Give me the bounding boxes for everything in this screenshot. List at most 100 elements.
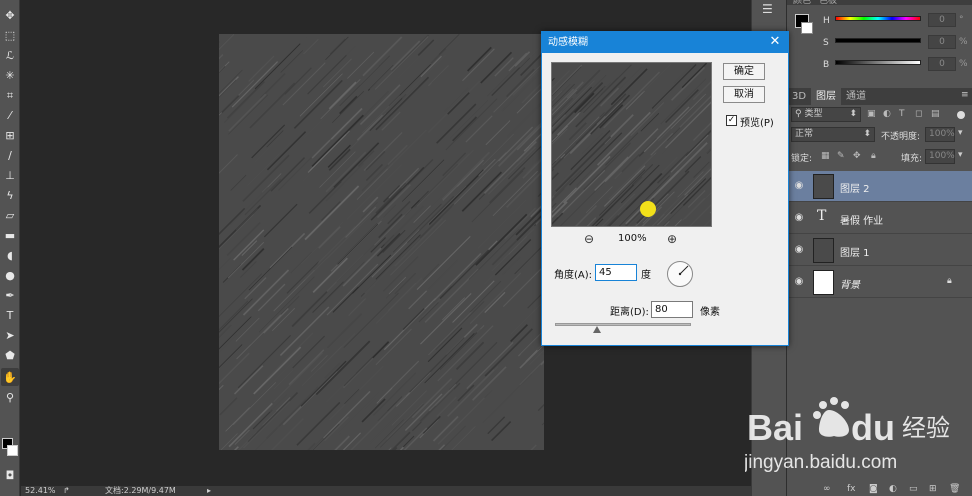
layer-row[interactable]: ◉ 图层 1 xyxy=(787,235,972,266)
marquee-icon[interactable]: ⬚ xyxy=(1,26,19,44)
distance-slider-thumb[interactable] xyxy=(593,326,602,333)
brightness-input[interactable]: 0 xyxy=(928,57,956,71)
angle-unit: 度 xyxy=(641,270,651,281)
hue-input[interactable]: 0 xyxy=(928,13,956,27)
layer-name[interactable]: 图层 2 xyxy=(840,180,870,195)
adjustment-layer-icon[interactable]: ◐ xyxy=(889,484,897,494)
close-icon[interactable]: ✕ xyxy=(768,35,782,49)
brightness-slider[interactable] xyxy=(835,60,921,65)
layer-filter-row: ⚲ 类型 ⬍ ▣ ◐ T ◻ ▤ xyxy=(787,107,972,127)
filter-toggle-icon[interactable] xyxy=(957,111,965,119)
layers-footer: ∞ fx ◙ ◐ ▭ ⊞ 🗑︎ xyxy=(787,484,972,496)
magic-wand-icon[interactable]: ✳ xyxy=(1,66,19,84)
tools-panel: ✥ ⬚ ℒ ✳ ⌗ ⁄ ⊞ ∕ ⊥ ϟ ▱ ▬ ◖ ● ✒ T ➤ ⬟ ✋ ⚲ ◘ xyxy=(0,0,20,496)
status-menu-arrow-icon[interactable]: ▸ xyxy=(207,486,211,496)
filter-type-icon[interactable]: T xyxy=(899,109,905,119)
status-zoom[interactable]: 52.41% xyxy=(25,486,56,496)
filter-pixel-icon[interactable]: ▣ xyxy=(867,109,876,119)
lasso-icon[interactable]: ℒ xyxy=(1,46,19,64)
clone-stamp-icon[interactable]: ⊥ xyxy=(1,166,19,184)
zoom-icon[interactable]: ⚲ xyxy=(1,388,19,406)
layer-filter-dropdown[interactable]: ⚲ 类型 ⬍ xyxy=(791,107,861,122)
preview-checkbox[interactable]: ✓ xyxy=(726,115,737,126)
healing-brush-icon[interactable]: ⊞ xyxy=(1,126,19,144)
svg-text:jingyan.baidu.com: jingyan.baidu.com xyxy=(745,452,897,473)
visibility-eye-icon[interactable]: ◉ xyxy=(793,276,805,288)
tab-3d[interactable]: 3D xyxy=(787,88,811,105)
layer-name[interactable]: 暑假 作业 xyxy=(840,212,883,227)
baidu-logo: Bai du 经验 jingyan.baidu.com xyxy=(743,397,950,473)
eraser-icon[interactable]: ▱ xyxy=(1,206,19,224)
visibility-eye-icon[interactable]: ◉ xyxy=(793,180,805,192)
layer-row[interactable]: ◉ 背景 🔒︎ xyxy=(787,267,972,298)
background-color-swatch[interactable] xyxy=(7,445,18,456)
baidu-jingyan-watermark: Bai du 经验 jingyan.baidu.com xyxy=(743,392,967,474)
lock-pixels-icon[interactable]: ✎ xyxy=(837,151,845,161)
lock-transparent-icon[interactable]: ▦ xyxy=(821,151,830,161)
blur-icon[interactable]: ◖ xyxy=(1,246,19,264)
distance-input[interactable]: 80 xyxy=(651,301,693,318)
crop-icon[interactable]: ⌗ xyxy=(1,86,19,104)
layer-style-icon[interactable]: fx xyxy=(847,484,856,494)
zoom-in-icon[interactable]: ⊕ xyxy=(666,233,678,245)
opacity-input[interactable]: 100% xyxy=(925,127,955,142)
tab-swatches[interactable]: 色板 xyxy=(819,0,837,6)
preview-zoom-level: 100% xyxy=(618,233,647,244)
gradient-icon[interactable]: ▬ xyxy=(1,226,19,244)
ok-button[interactable]: 确定 xyxy=(723,63,765,80)
angle-input[interactable]: 45 xyxy=(595,264,637,281)
svg-text:Bai: Bai xyxy=(747,407,803,448)
history-panel-icon[interactable]: ☰ xyxy=(762,2,778,18)
hue-slider[interactable] xyxy=(835,16,921,21)
eyedropper-icon[interactable]: ⁄ xyxy=(1,106,19,124)
pen-icon[interactable]: ✒ xyxy=(1,286,19,304)
layer-name[interactable]: 背景 xyxy=(840,276,860,291)
background-swatch[interactable] xyxy=(801,22,813,34)
tab-channels[interactable]: 通道 xyxy=(841,88,871,105)
quick-mask-icon[interactable]: ◘ xyxy=(1,466,19,484)
filter-kind: 类型 xyxy=(804,109,823,119)
channel-h-label: H xyxy=(823,16,830,26)
type-icon[interactable]: T xyxy=(1,306,19,324)
fill-dropdown-icon[interactable]: ▾ xyxy=(958,150,963,160)
link-layers-icon[interactable]: ∞ xyxy=(823,484,831,494)
visibility-eye-icon[interactable]: ◉ xyxy=(793,212,805,224)
lock-position-icon[interactable]: ✥ xyxy=(853,151,861,161)
lock-label: 锁定: xyxy=(791,154,813,164)
share-icon[interactable]: ↱ xyxy=(63,486,71,496)
document-canvas[interactable] xyxy=(219,34,544,450)
layer-name[interactable]: 图层 1 xyxy=(840,244,870,259)
filter-smart-object-icon[interactable]: ▤ xyxy=(931,109,940,119)
tab-layers[interactable]: 图层 xyxy=(811,88,841,105)
filter-adjustment-icon[interactable]: ◐ xyxy=(883,109,891,119)
visibility-eye-icon[interactable]: ◉ xyxy=(793,244,805,256)
blend-mode-dropdown[interactable]: 正常 ⬍ xyxy=(791,127,875,142)
fill-input[interactable]: 100% xyxy=(925,149,955,164)
angle-dial[interactable] xyxy=(667,261,693,287)
tab-color[interactable]: 颜色 xyxy=(793,0,811,6)
add-mask-icon[interactable]: ◙ xyxy=(869,484,878,494)
panel-menu-icon[interactable]: ≡ xyxy=(961,90,969,100)
new-layer-icon[interactable]: ⊞ xyxy=(929,484,937,494)
distance-slider-track[interactable] xyxy=(555,323,691,326)
delete-layer-icon[interactable]: 🗑︎ xyxy=(949,484,960,494)
status-bar: 52.41% ↱ 文档:2.29M/9.47M ▸ xyxy=(21,486,786,496)
filter-shape-icon[interactable]: ◻ xyxy=(915,109,922,119)
lock-all-icon[interactable]: 🔒︎ xyxy=(871,151,876,161)
new-group-icon[interactable]: ▭ xyxy=(909,484,918,494)
cancel-button[interactable]: 取消 xyxy=(723,86,765,103)
move-icon[interactable]: ✥ xyxy=(1,6,19,24)
path-selection-icon[interactable]: ➤ xyxy=(1,326,19,344)
layer-row[interactable]: ◉ 图层 2 xyxy=(787,171,972,202)
saturation-input[interactable]: 0 xyxy=(928,35,956,49)
history-brush-icon[interactable]: ϟ xyxy=(1,186,19,204)
blur-preview[interactable] xyxy=(551,62,712,227)
brush-icon[interactable]: ∕ xyxy=(1,146,19,164)
shape-icon[interactable]: ⬟ xyxy=(1,346,19,364)
dodge-icon[interactable]: ● xyxy=(1,266,19,284)
layer-row[interactable]: ◉ T 暑假 作业 xyxy=(787,203,972,234)
zoom-out-icon[interactable]: ⊖ xyxy=(583,233,595,245)
hand-icon[interactable]: ✋ xyxy=(1,368,19,386)
opacity-dropdown-icon[interactable]: ▾ xyxy=(958,128,963,138)
saturation-slider[interactable] xyxy=(835,38,921,43)
